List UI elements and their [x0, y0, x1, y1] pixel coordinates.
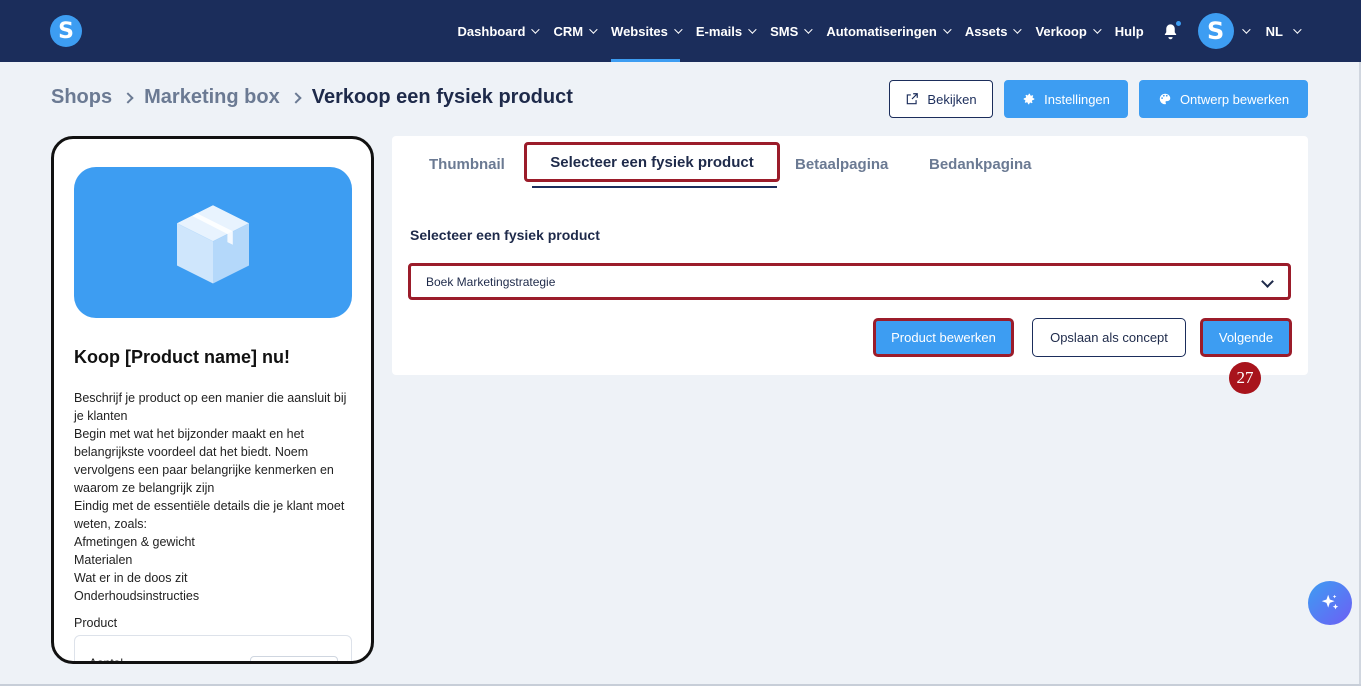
page-title: Verkoop een fysiek product — [311, 86, 573, 108]
nav-item-dashboard[interactable]: Dashboard — [457, 0, 541, 62]
product-select[interactable]: Boek Marketingstrategie — [408, 263, 1291, 300]
product-preview-card: Koop [Product name] nu! Beschrijf je pro… — [51, 136, 374, 664]
ai-assistant-button[interactable] — [1308, 581, 1352, 625]
product-settings-panel: Thumbnail Selecteer een fysiek product B… — [392, 136, 1308, 375]
main-nav: Dashboard CRM Websites E-mails SMS Autom… — [442, 0, 1302, 62]
nav-item-label: Verkoop — [1035, 23, 1087, 39]
quantity-label: Aantal — [89, 656, 124, 664]
nav-item-sms[interactable]: SMS — [770, 0, 813, 62]
description-line: Materialen — [74, 553, 133, 567]
app-logo[interactable]: S — [50, 15, 82, 47]
user-avatar[interactable]: S — [1197, 13, 1234, 49]
edit-design-button[interactable]: Ontwerp bewerken — [1139, 80, 1308, 118]
chevron-down-icon — [804, 25, 813, 34]
product-select-label: Selecteer een fysiek product — [410, 227, 600, 243]
description-line: Eindig met de essentiële details die je … — [74, 499, 345, 531]
chevron-down-icon — [531, 25, 541, 34]
settings-button-label: Instellingen — [1044, 91, 1110, 107]
description-line: Afmetingen & gewicht — [74, 535, 195, 549]
notification-dot — [1174, 20, 1182, 27]
description-line: Onderhoudsinstructies — [74, 589, 200, 603]
step-number-badge: 27 — [1229, 362, 1261, 394]
edit-design-button-label: Ontwerp bewerken — [1179, 91, 1290, 107]
chevron-down-icon — [589, 25, 598, 34]
chevron-right-icon — [122, 91, 134, 104]
quantity-input[interactable] — [250, 656, 338, 661]
breadcrumb-shops[interactable]: Shops — [51, 86, 112, 109]
chevron-down-icon — [748, 25, 757, 34]
chevron-down-icon — [674, 25, 683, 34]
description-line: Begin met wat het bijzonder maakt en het… — [74, 427, 334, 495]
sparkle-icon — [1321, 594, 1339, 610]
nav-item-label: Hulp — [1114, 23, 1144, 39]
chevron-down-icon — [1293, 25, 1302, 34]
preview-product-field: Aantal — [74, 635, 352, 664]
language-label: NL — [1265, 23, 1283, 39]
nav-item-websites[interactable]: Websites — [611, 0, 683, 62]
preview-title: Koop [Product name] nu! — [74, 347, 290, 367]
language-selector[interactable]: NL — [1265, 23, 1302, 39]
tab-thank-you-page[interactable]: Bedankpagina — [929, 156, 1032, 173]
nav-item-crm[interactable]: CRM — [553, 0, 598, 62]
product-image-placeholder — [74, 167, 352, 318]
tab-payment-page[interactable]: Betaalpagina — [795, 156, 888, 173]
settings-button[interactable]: Instellingen — [1004, 80, 1128, 118]
box-icon — [177, 204, 249, 283]
chevron-down-icon — [942, 25, 952, 34]
view-button-label: Bekijken — [927, 91, 977, 107]
product-select-value: Boek Marketingstrategie — [426, 274, 556, 289]
chevron-down-icon — [1013, 25, 1023, 34]
nav-item-emails[interactable]: E-mails — [695, 0, 757, 62]
external-link-icon — [907, 93, 919, 105]
nav-item-assets[interactable]: Assets — [964, 0, 1023, 62]
description-line: Wat er in de doos zit — [74, 571, 188, 585]
nav-item-label: CRM — [553, 23, 584, 39]
chevron-down-icon — [1261, 275, 1274, 288]
chevron-down-icon — [1092, 25, 1102, 34]
nav-item-sales[interactable]: Verkoop — [1035, 0, 1102, 62]
palette-icon — [1159, 93, 1171, 105]
notifications-bell-icon[interactable] — [1162, 0, 1182, 62]
nav-item-label: SMS — [770, 23, 799, 39]
chevron-right-icon — [290, 91, 302, 104]
nav-item-label: Automatiseringen — [826, 23, 937, 39]
gear-icon — [1023, 93, 1035, 105]
save-draft-button[interactable]: Opslaan als concept — [1032, 318, 1186, 357]
nav-item-label: Dashboard — [457, 23, 526, 39]
breadcrumb: Shops Marketing box Verkoop een fysiek p… — [51, 86, 573, 109]
nav-item-label: Assets — [964, 23, 1008, 39]
nav-item-label: Websites — [611, 23, 668, 39]
nav-item-label: E-mails — [695, 23, 743, 39]
edit-product-button[interactable]: Product bewerken — [873, 318, 1014, 357]
tab-select-product[interactable]: Selecteer een fysiek product — [524, 142, 780, 182]
view-button[interactable]: Bekijken — [889, 80, 993, 118]
description-line: Beschrijf je product op een manier die a… — [74, 391, 347, 423]
preview-product-label: Product — [74, 616, 118, 630]
preview-description: Beschrijf je product op een manier die a… — [74, 389, 356, 605]
nav-item-help[interactable]: Hulp — [1115, 0, 1144, 62]
tab-thumbnail[interactable]: Thumbnail — [429, 156, 505, 173]
active-tab-indicator — [532, 186, 777, 188]
breadcrumb-marketing-box[interactable]: Marketing box — [144, 86, 280, 109]
next-button[interactable]: Volgende — [1200, 318, 1292, 357]
top-navigation-bar: S Dashboard CRM Websites E-mails SMS Aut… — [0, 0, 1361, 62]
chevron-down-icon[interactable] — [1241, 25, 1251, 34]
nav-item-automations[interactable]: Automatiseringen — [826, 0, 952, 62]
